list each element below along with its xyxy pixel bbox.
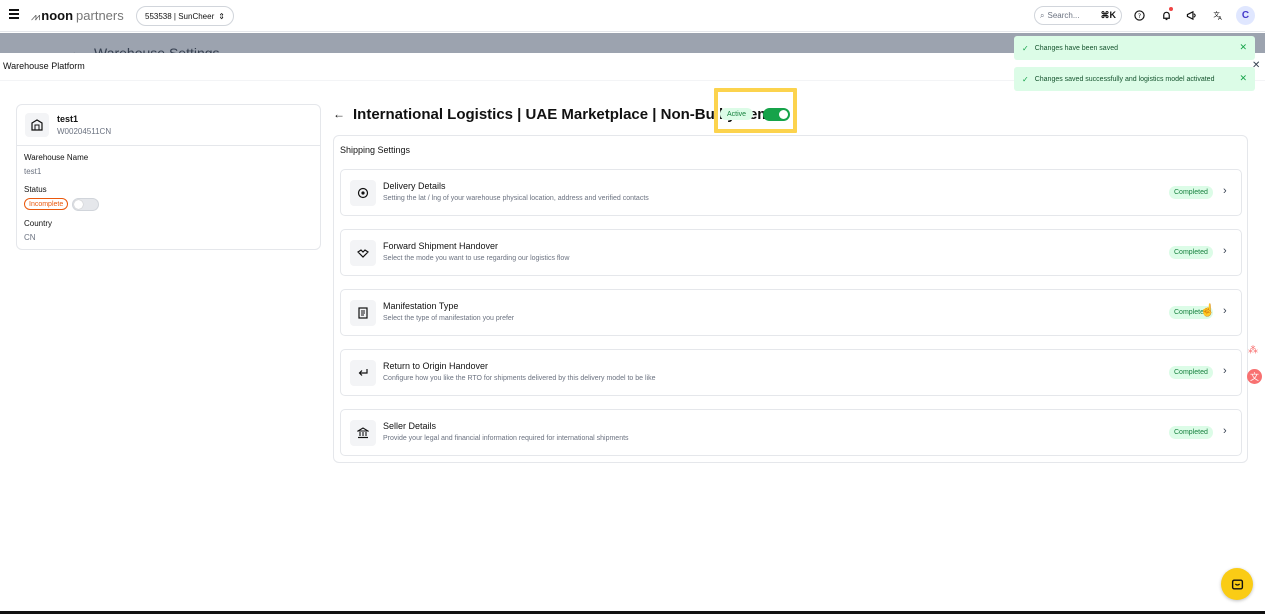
toast-message: Changes saved successfully and logistics… bbox=[1034, 75, 1215, 83]
search-icon: ⌕ bbox=[1040, 10, 1045, 20]
completed-badge: Completed bbox=[1169, 246, 1213, 259]
warehouse-name-label: Warehouse Name bbox=[24, 153, 89, 162]
close-icon[interactable]: ✕ bbox=[1239, 73, 1247, 84]
location-pin-icon bbox=[350, 180, 376, 206]
warehouse-card: test1 W00204511CN Warehouse Name test1 S… bbox=[16, 104, 321, 250]
account-selector[interactable]: 553538 | SunCheer ⇕ bbox=[136, 6, 234, 26]
top-bar: ⩘⩘ noon partners 553538 | SunCheer ⇕ ⌕ S… bbox=[0, 0, 1265, 32]
brand-name-light: partners bbox=[76, 8, 124, 23]
search-placeholder: Search... bbox=[1047, 11, 1080, 20]
setting-description: Select the mode you want to use regardin… bbox=[383, 255, 570, 262]
setting-title: Delivery Details bbox=[383, 181, 446, 191]
menu-icon[interactable] bbox=[9, 9, 19, 19]
back-arrow-icon[interactable]: ← bbox=[333, 107, 345, 121]
chevron-right-icon: › bbox=[1223, 185, 1227, 197]
setting-description: Setting the lat / lng of your warehouse … bbox=[383, 195, 649, 202]
setting-description: Select the type of manifestation you pre… bbox=[383, 315, 515, 322]
svg-text:?: ? bbox=[1137, 11, 1140, 19]
panel-title: Warehouse Platform bbox=[3, 61, 85, 71]
megaphone-icon[interactable] bbox=[1185, 8, 1199, 22]
account-label: 553538 | SunCheer bbox=[145, 11, 215, 21]
warehouse-platform-panel: Warehouse Platform ✕ test1 W00204511CN W… bbox=[0, 53, 1265, 614]
setting-title: Forward Shipment Handover bbox=[383, 241, 499, 251]
setting-row-forward-shipment-handover[interactable]: Forward Shipment Handover Select the mod… bbox=[340, 229, 1242, 276]
handshake-icon bbox=[350, 240, 376, 266]
avatar[interactable]: C bbox=[1236, 6, 1255, 25]
country-label: Country bbox=[24, 219, 53, 228]
chat-support-button[interactable] bbox=[1221, 568, 1253, 600]
setting-description: Provide your legal and financial informa… bbox=[383, 435, 629, 442]
setting-title: Return to Origin Handover bbox=[383, 361, 489, 371]
toast-notification: ✓ Changes saved successfully and logisti… bbox=[1014, 67, 1255, 91]
status-badge: Incomplete bbox=[24, 198, 69, 210]
setting-description: Configure how you like the RTO for shipm… bbox=[383, 375, 656, 382]
setting-title: Seller Details bbox=[383, 421, 437, 431]
setting-row-return-to-origin[interactable]: Return to Origin Handover Configure how … bbox=[340, 349, 1242, 396]
country-value: CN bbox=[24, 233, 36, 242]
model-active-toggle[interactable] bbox=[763, 108, 790, 121]
warehouse-code: W00204511CN bbox=[57, 127, 112, 136]
warehouse-building-icon bbox=[25, 113, 49, 137]
shipping-settings-card: Shipping Settings Delivery Details Setti… bbox=[333, 135, 1248, 463]
toast-notification: ✓ Changes have been saved ✕ bbox=[1014, 36, 1255, 60]
setting-row-manifestation-type[interactable]: Manifestation Type Select the type of ma… bbox=[340, 289, 1242, 336]
svg-text:A: A bbox=[1218, 16, 1222, 21]
chevron-right-icon: › bbox=[1223, 365, 1227, 377]
setting-title: Manifestation Type bbox=[383, 301, 459, 311]
grid-tool-icon[interactable]: ⁂ bbox=[1248, 345, 1258, 356]
chevron-right-icon: › bbox=[1223, 425, 1227, 437]
bank-icon bbox=[350, 420, 376, 446]
warehouse-card-header: test1 W00204511CN bbox=[17, 105, 320, 146]
toast-message: Changes have been saved bbox=[1034, 44, 1118, 52]
brand-logo[interactable]: ⩘⩘ noon partners bbox=[31, 8, 124, 23]
setting-row-delivery-details[interactable]: Delivery Details Setting the lat / lng o… bbox=[340, 169, 1242, 216]
chevron-right-icon: › bbox=[1223, 305, 1227, 317]
status-label: Status bbox=[24, 185, 47, 194]
background-page-title: Warehouse Settings bbox=[94, 45, 220, 53]
bell-icon[interactable] bbox=[1159, 7, 1173, 22]
search-shortcut: ⌘K bbox=[1100, 10, 1117, 20]
notification-dot bbox=[1169, 7, 1173, 11]
check-icon: ✓ bbox=[1022, 74, 1029, 84]
translate-icon[interactable]: 文A bbox=[1211, 8, 1225, 22]
help-icon[interactable]: ? bbox=[1132, 8, 1146, 22]
setting-row-seller-details[interactable]: Seller Details Provide your legal and fi… bbox=[340, 409, 1242, 456]
active-status-badge: Active bbox=[720, 108, 754, 120]
back-arrow-icon: ← bbox=[70, 45, 82, 53]
chevron-updown-icon: ⇕ bbox=[218, 11, 225, 21]
brand-name-bold: noon bbox=[41, 8, 74, 23]
document-icon bbox=[350, 300, 376, 326]
check-icon: ✓ bbox=[1022, 43, 1029, 53]
logo-mark-icon: ⩘⩘ bbox=[31, 12, 40, 23]
return-arrow-icon bbox=[350, 360, 376, 386]
shipping-settings-title: Shipping Settings bbox=[340, 145, 411, 155]
warehouse-name-value: test1 bbox=[24, 167, 42, 176]
chevron-right-icon: › bbox=[1223, 245, 1227, 257]
warehouse-status-toggle[interactable] bbox=[72, 198, 99, 211]
translate-float-icon[interactable]: 文 bbox=[1247, 369, 1262, 384]
close-icon[interactable]: ✕ bbox=[1239, 42, 1247, 53]
completed-badge: Completed bbox=[1169, 366, 1213, 379]
search-input[interactable]: ⌕ Search... ⌘K bbox=[1034, 6, 1122, 25]
warehouse-title: test1 bbox=[57, 114, 79, 124]
completed-badge: Completed bbox=[1169, 426, 1213, 439]
completed-badge: Completed bbox=[1169, 186, 1213, 199]
hand-cursor-icon: ☝ bbox=[1200, 303, 1215, 317]
